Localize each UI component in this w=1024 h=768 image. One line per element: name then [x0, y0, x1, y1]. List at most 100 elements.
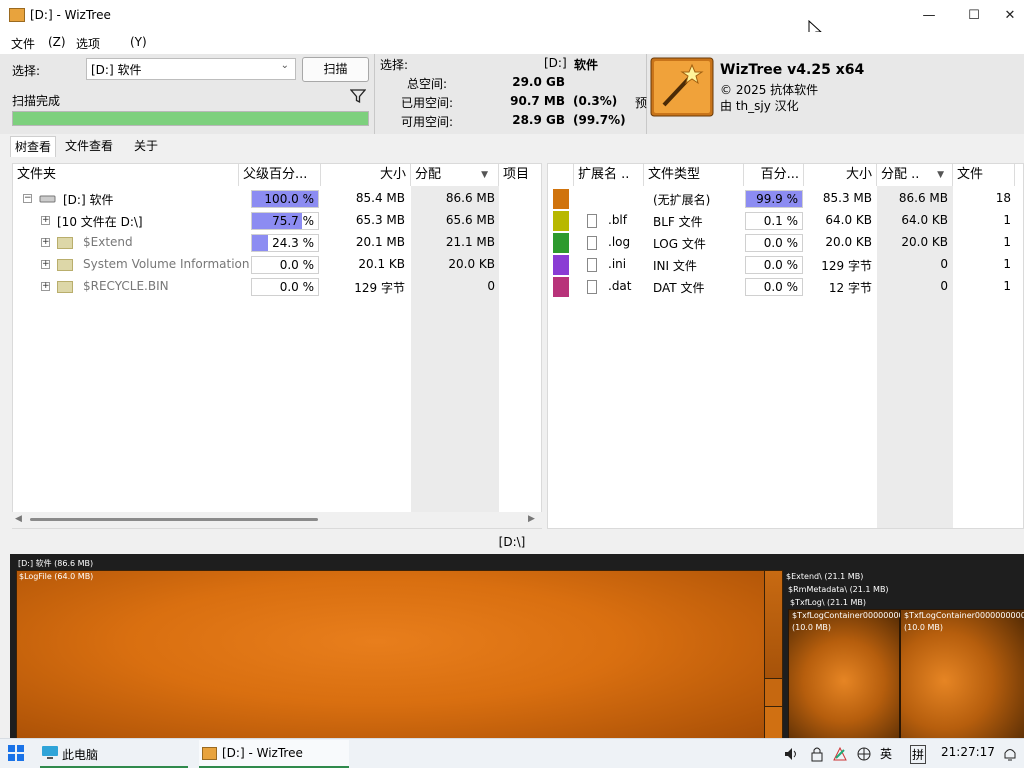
header-color[interactable]	[548, 164, 574, 186]
treemap-root-label: [D:] 软件 (86.6 MB)	[18, 559, 94, 568]
tab-tree-view[interactable]: 树查看	[10, 136, 57, 157]
network-icon[interactable]	[856, 746, 872, 762]
percent-cell: 0.0 %	[745, 256, 803, 274]
wiztree-app-icon	[202, 747, 217, 760]
app-version: WizTree v4.25 x64	[720, 62, 865, 78]
file-type-row[interactable]: .blf BLF 文件 0.1 % 64.0 KB 64.0 KB 1	[548, 210, 1023, 232]
allocated-cell: 20.0 KB	[901, 235, 948, 249]
allocated-cell: 65.6 MB	[445, 213, 495, 227]
header-allocated[interactable]: 分配 ▼	[411, 164, 499, 186]
extension-cell: .dat	[608, 279, 632, 293]
allocated-cell: 20.0 KB	[448, 257, 495, 271]
menu-file-shortcut[interactable]: (Z)	[48, 35, 66, 49]
tree-row[interactable]: + [10 文件在 D:\] 75.7 % 65.3 MB 65.6 MB	[13, 210, 541, 232]
tree-row-name: System Volume Information	[83, 257, 250, 271]
window-title: [D:] - WizTree	[30, 8, 111, 22]
info-drive-name: 软件	[574, 58, 599, 72]
header-extension[interactable]: 扩展名 ..	[574, 164, 644, 186]
file-type-row[interactable]: .log LOG 文件 0.0 % 20.0 KB 20.0 KB 1	[548, 232, 1023, 254]
header-allocated-label: 分配 ..	[881, 167, 920, 182]
size-cell: 12 字节	[828, 281, 872, 295]
menu-file[interactable]: 文件	[11, 35, 35, 52]
header-files[interactable]: 文件	[953, 164, 1015, 186]
expand-icon[interactable]: +	[41, 238, 50, 247]
shield-warning-icon[interactable]	[832, 746, 848, 762]
parent-percent-cell: 24.3 %	[251, 234, 319, 252]
percent-cell: 0.0 %	[745, 234, 803, 252]
tree-row-name: [D:] 软件	[63, 193, 114, 207]
treemap-block[interactable]	[764, 678, 783, 708]
expand-icon[interactable]: +	[41, 260, 50, 269]
maximize-button[interactable]: ☐	[951, 0, 997, 32]
header-allocated[interactable]: 分配 .. ▼	[877, 164, 953, 186]
tree-row[interactable]: + $Extend 24.3 % 20.1 MB 21.1 MB	[13, 232, 541, 254]
drive-select[interactable]: [D:] 软件 ⌄	[86, 58, 296, 80]
percent-cell: 0.0 %	[745, 278, 803, 296]
copyright-text: © 2025 抗体软件	[720, 83, 819, 97]
file-type-row[interactable]: .ini INI 文件 0.0 % 129 字节 0 1	[548, 254, 1023, 276]
taskbar: 此电脑 [D:] - WizTree 英 拼 21:27:17	[0, 738, 1024, 768]
expand-icon[interactable]: +	[41, 216, 50, 225]
allocated-cell: 86.6 MB	[898, 191, 948, 205]
treemap-block[interactable]	[764, 706, 783, 738]
ime-language[interactable]: 英	[880, 745, 892, 762]
localization-credit: 由 th_sjy 汉化	[720, 99, 799, 113]
menu-options[interactable]: 选项	[76, 35, 100, 52]
scan-progress-fill	[13, 112, 368, 125]
treemap-block-container1[interactable]: $TxfLogContainer00000000000 (10.0 MB)	[788, 609, 919, 738]
treemap-block-logfile[interactable]: $LogFile (64.0 MB)	[16, 570, 766, 738]
total-space-value: 29.0 GB	[512, 75, 565, 89]
clock[interactable]: 21:27:17	[941, 745, 995, 759]
menu-options-shortcut[interactable]: (Y)	[130, 35, 147, 49]
header-folder[interactable]: 文件夹	[13, 164, 239, 186]
header-items[interactable]: 项目	[499, 164, 541, 186]
header-size[interactable]: 大小	[804, 164, 877, 186]
minimize-button[interactable]: —	[906, 0, 952, 32]
info-extra: 预	[635, 96, 648, 110]
scrollbar-thumb[interactable]	[30, 518, 318, 521]
tab-file-view[interactable]: 文件查看	[61, 136, 117, 157]
file-type-row[interactable]: (无扩展名) 99.9 % 85.3 MB 86.6 MB 18	[548, 188, 1023, 210]
notification-icon[interactable]	[1002, 746, 1018, 762]
taskbar-wiztree[interactable]: [D:] - WizTree	[199, 740, 349, 768]
treemap-container1-size: (10.0 MB)	[792, 623, 831, 632]
size-cell: 20.1 KB	[358, 257, 405, 271]
windows-start-icon[interactable]	[8, 745, 24, 761]
header-parent-percent[interactable]: 父级百分...	[239, 164, 321, 186]
folder-icon	[57, 237, 73, 249]
parent-percent-cell: 0.0 %	[251, 278, 319, 296]
filter-icon[interactable]	[350, 88, 366, 104]
tree-row-name: $RECYCLE.BIN	[83, 279, 169, 293]
taskbar-this-pc[interactable]: 此电脑	[40, 740, 188, 768]
color-swatch	[553, 233, 569, 253]
parent-percent-text: 24.3 %	[272, 236, 314, 250]
info-select-label: 选择:	[380, 58, 409, 72]
scan-button[interactable]: 扫描	[302, 57, 369, 82]
file-type-cell: INI 文件	[653, 259, 697, 273]
horizontal-scrollbar[interactable]: ◀ ▶	[12, 512, 542, 528]
file-type-row[interactable]: .dat DAT 文件 0.0 % 12 字节 0 1	[548, 276, 1023, 298]
volume-icon[interactable]	[784, 747, 800, 761]
lock-icon[interactable]	[810, 746, 824, 762]
header-percent[interactable]: 百分...	[744, 164, 804, 186]
percent-text: 0.0 %	[763, 258, 798, 272]
tree-row[interactable]: + System Volume Information 0.0 % 20.1 KB 20…	[13, 254, 541, 276]
tree-row[interactable]: + $RECYCLE.BIN 0.0 % 129 字节 0	[13, 276, 541, 298]
close-button[interactable]: ✕	[996, 0, 1024, 32]
ime-pinyin[interactable]: 拼	[910, 745, 927, 764]
computer-icon	[42, 746, 58, 759]
header-file-type[interactable]: 文件类型	[644, 164, 744, 186]
tree-row[interactable]: − [D:] 软件 100.0 % 85.4 MB 86.6 MB	[13, 188, 541, 210]
folder-icon	[57, 259, 73, 271]
header-size[interactable]: 大小	[321, 164, 411, 186]
scroll-left-icon[interactable]: ◀	[15, 514, 22, 524]
file-type-cell: BLF 文件	[653, 215, 703, 229]
expand-icon[interactable]: +	[41, 282, 50, 291]
info-drive: [D:]	[544, 56, 567, 70]
collapse-icon[interactable]: −	[23, 194, 32, 203]
treemap-block[interactable]	[764, 570, 783, 680]
tab-about[interactable]: 关于	[130, 136, 162, 157]
treemap-block-container2[interactable]: $TxfLogContainer000000000000 (10.0 MB)	[900, 609, 1024, 738]
scroll-right-icon[interactable]: ▶	[528, 514, 535, 524]
files-count-cell: 18	[995, 191, 1011, 205]
